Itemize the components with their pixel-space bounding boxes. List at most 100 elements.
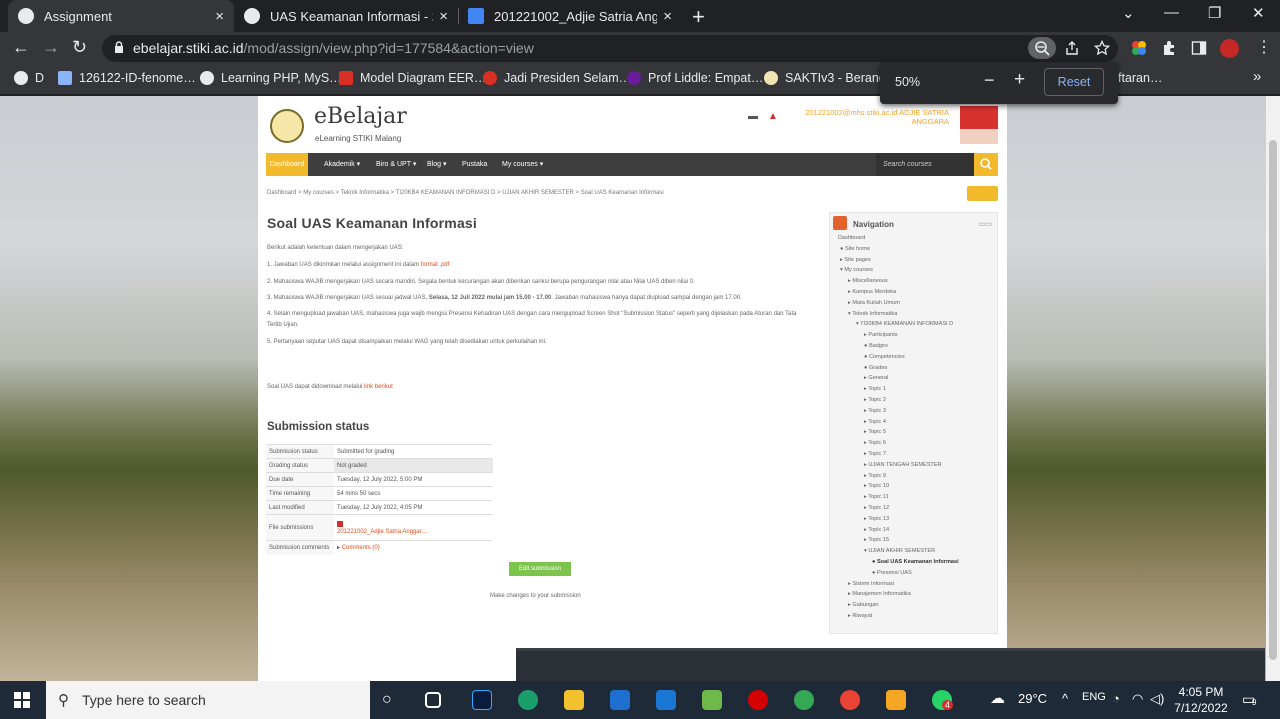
nav-item[interactable]: ▸ Participants (864, 331, 898, 339)
download-link[interactable]: link berikut (364, 384, 393, 390)
mail-icon[interactable] (656, 690, 676, 710)
language-indicator[interactable]: ENG (1082, 691, 1106, 703)
nav-item[interactable]: ▸ Riwayat (848, 612, 872, 620)
windows-start-icon[interactable] (14, 692, 30, 708)
bookmarks-more-button[interactable]: » (1253, 68, 1261, 85)
side-panel-icon[interactable] (1191, 40, 1207, 56)
tray-chevron-up-icon[interactable]: ^ (1062, 691, 1068, 706)
close-window-button[interactable]: ✕ (1252, 4, 1265, 22)
bookmark-item[interactable]: Model Diagram EER… (339, 71, 486, 85)
bookmark-item[interactable]: Jadi Presiden Selam… (483, 71, 631, 85)
site-brand[interactable]: eBelajar (314, 104, 407, 129)
pdf-format-link[interactable]: format .pdf (421, 262, 450, 268)
menu-my-courses[interactable]: My courses ▾ (494, 153, 551, 176)
submitted-file-link[interactable]: 201221002_Adjie Satria Anggar… (337, 529, 428, 535)
taskbar-search-box[interactable]: ⚲ Type here to search (46, 681, 370, 719)
nav-item[interactable]: ▾ My courses (840, 266, 873, 274)
nav-item[interactable]: ● Grades (864, 364, 887, 372)
photoshop-icon[interactable] (472, 690, 492, 710)
page-scrollbar[interactable] (1266, 96, 1280, 681)
menu-biro-upt[interactable]: Biro & UPT ▾ (368, 153, 424, 176)
new-tab-button[interactable]: + (692, 4, 705, 30)
bookmark-item[interactable]: D (14, 71, 44, 85)
nav-item[interactable]: ▸ UJIAN TENGAH SEMESTER (864, 461, 942, 469)
volume-icon[interactable]: ◁) (1150, 691, 1164, 707)
stiki-logo-icon[interactable] (270, 109, 304, 143)
nav-item[interactable]: ▸ Topic 14 (864, 526, 889, 534)
close-tab-icon[interactable]: × (663, 8, 672, 25)
weather-cloud-icon[interactable]: ☁ (990, 689, 1005, 707)
nav-item[interactable]: Dashboard (838, 234, 865, 242)
menu-blog[interactable]: Blog ▾ (419, 153, 454, 176)
bookmark-item[interactable]: SAKTIv3 - Beranda (764, 71, 893, 85)
sublime-text-icon[interactable] (886, 690, 906, 710)
settings-gear-button[interactable] (967, 186, 998, 201)
extensions-puzzle-icon[interactable] (1161, 40, 1177, 56)
bookmark-item[interactable]: Learning PHP, MyS… (200, 71, 342, 85)
zoom-out-button[interactable]: − (984, 70, 995, 91)
tab-google-docs[interactable]: 201221002_Adjie Satria Anggara… × (458, 0, 682, 32)
nav-item[interactable]: ▸ Sistem Informasi (848, 580, 894, 588)
nav-item[interactable]: ▾ UJIAN AKHIR SEMESTER (864, 547, 935, 555)
messages-icon[interactable]: ▬ (748, 111, 758, 122)
nav-item[interactable]: ▸ Manajemen Informatika (848, 590, 911, 598)
user-menu[interactable]: 201221002@mhs.stiki.ac.id ADJIE SATRIA A… (779, 108, 949, 126)
bookmark-item[interactable]: 126122-ID-fenome… (58, 71, 196, 85)
nav-item[interactable]: ▸ Topic 4 (864, 418, 886, 426)
nav-item[interactable]: ▸ Topic 6 (864, 439, 886, 447)
cortana-icon[interactable]: ○ (382, 691, 392, 709)
forward-button[interactable]: → (42, 37, 60, 58)
minimize-button[interactable]: — (1164, 4, 1179, 21)
zoom-icon[interactable] (1028, 37, 1056, 59)
menu-dots-icon[interactable]: ⋮ (1256, 37, 1272, 57)
system-clock[interactable]: 4:05 PM 7/12/2022 (1166, 684, 1236, 716)
tab-assignment[interactable]: Assignment × (8, 0, 234, 32)
menu-dashboard[interactable]: Dashboard (266, 153, 308, 176)
zoom-reset-button[interactable]: Reset (1044, 68, 1104, 96)
nav-item[interactable]: ▸ Site pages (840, 256, 871, 264)
nav-item[interactable]: ▸ Topic 11 (864, 493, 889, 501)
close-tab-icon[interactable]: × (439, 8, 448, 25)
reload-button[interactable]: ↻ (72, 37, 87, 58)
nav-item[interactable]: ▸ Topic 2 (864, 396, 886, 404)
tab-uas-keamanan[interactable]: UAS Keamanan Informasi - 2022… × (234, 0, 458, 32)
edge-icon[interactable] (518, 690, 538, 710)
nav-item[interactable]: ▸ Topic 7 (864, 450, 886, 458)
task-view-icon[interactable] (425, 692, 441, 708)
nav-item[interactable]: ● Soal UAS Keamanan Informasi (872, 558, 959, 566)
nav-item[interactable]: ▾ TI20KB4 KEAMANAN INFORMASI D (856, 320, 953, 328)
nav-item[interactable]: ▸ Topic 1 (864, 385, 886, 393)
menu-akademik[interactable]: Akademik ▾ (316, 153, 368, 176)
bookmark-item[interactable]: ftaran… (1118, 71, 1162, 85)
nav-item[interactable]: ▸ Topic 15 (864, 536, 889, 544)
maximize-button[interactable]: ❐ (1208, 4, 1221, 22)
scrollbar-thumb[interactable] (1269, 140, 1277, 660)
wifi-icon[interactable]: ◠ (1132, 691, 1143, 707)
zoom-in-button[interactable]: + (1014, 69, 1025, 91)
chrome-active-icon[interactable] (840, 690, 860, 710)
store-icon[interactable] (610, 690, 630, 710)
course-search-input[interactable]: Search courses (876, 153, 974, 176)
opera-icon[interactable] (748, 690, 768, 710)
nav-item[interactable]: ▸ Gabungan (848, 601, 879, 609)
nav-item[interactable]: ▾ Teknik Informatika (848, 310, 897, 318)
bookmark-item[interactable]: Prof Liddle: Empat… (627, 71, 763, 85)
file-explorer-icon[interactable] (564, 690, 584, 710)
extension-colorful-icon[interactable] (1131, 40, 1147, 56)
back-button[interactable]: ← (12, 37, 30, 58)
search-button[interactable] (974, 153, 998, 176)
notifications-icon[interactable]: ▲ (768, 111, 778, 122)
nav-item[interactable]: ▸ Miscellaneous (848, 277, 888, 285)
nav-item[interactable]: ● Presensi UAS (872, 569, 912, 577)
share-icon[interactable] (1064, 40, 1080, 56)
bookmark-star-icon[interactable] (1094, 40, 1110, 56)
address-bar[interactable]: ebelajar.stiki.ac.id/mod/assign/view.php… (102, 35, 1118, 62)
nav-item[interactable]: ▸ Topic 3 (864, 407, 886, 415)
block-controls-icon[interactable]: ▭▭ (979, 220, 992, 228)
nav-item[interactable]: ▸ Topic 10 (864, 482, 889, 490)
nav-item[interactable]: ● Competencies (864, 353, 905, 361)
edit-submission-button[interactable]: Edit submission (509, 562, 571, 576)
close-tab-icon[interactable]: × (215, 8, 224, 25)
app-cube-icon[interactable] (702, 690, 722, 710)
comments-link[interactable]: Comments (0) (342, 545, 380, 551)
